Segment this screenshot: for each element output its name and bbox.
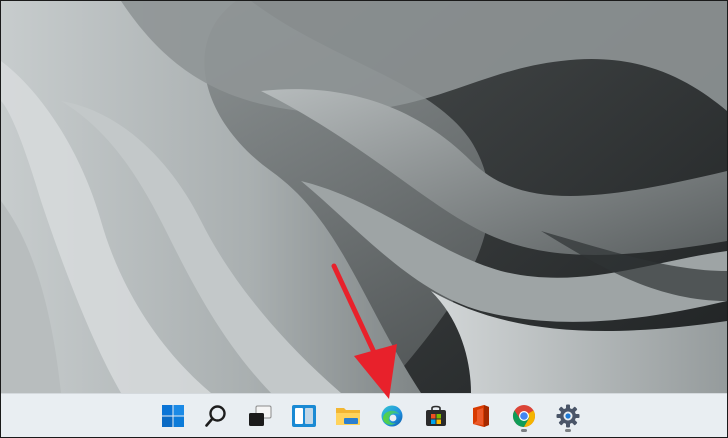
microsoft-store-icon — [426, 405, 446, 426]
edge-browser-icon — [381, 405, 403, 427]
taskbar — [1, 393, 727, 437]
start-button[interactable] — [157, 400, 189, 432]
file-explorer-icon — [336, 408, 360, 425]
desktop-screen — [0, 0, 728, 438]
chrome-button[interactable] — [508, 400, 540, 432]
task-view-button[interactable] — [244, 400, 276, 432]
settings-button[interactable] — [552, 400, 584, 432]
office-button[interactable] — [464, 400, 496, 432]
office-icon — [473, 405, 489, 427]
file-explorer-button[interactable] — [332, 400, 364, 432]
microsoft-store-button[interactable] — [420, 400, 452, 432]
running-indicator — [565, 429, 571, 432]
chrome-icon — [513, 405, 535, 427]
desktop-wallpaper — [1, 1, 727, 393]
running-indicator — [521, 429, 527, 432]
search-icon — [205, 405, 226, 427]
widgets-button[interactable] — [288, 400, 320, 432]
task-view-icon — [249, 405, 272, 426]
settings-gear-icon — [556, 404, 580, 428]
windows-start-icon — [162, 405, 184, 427]
edge-button[interactable] — [376, 400, 408, 432]
search-button[interactable] — [200, 400, 232, 432]
widgets-icon — [292, 405, 316, 427]
